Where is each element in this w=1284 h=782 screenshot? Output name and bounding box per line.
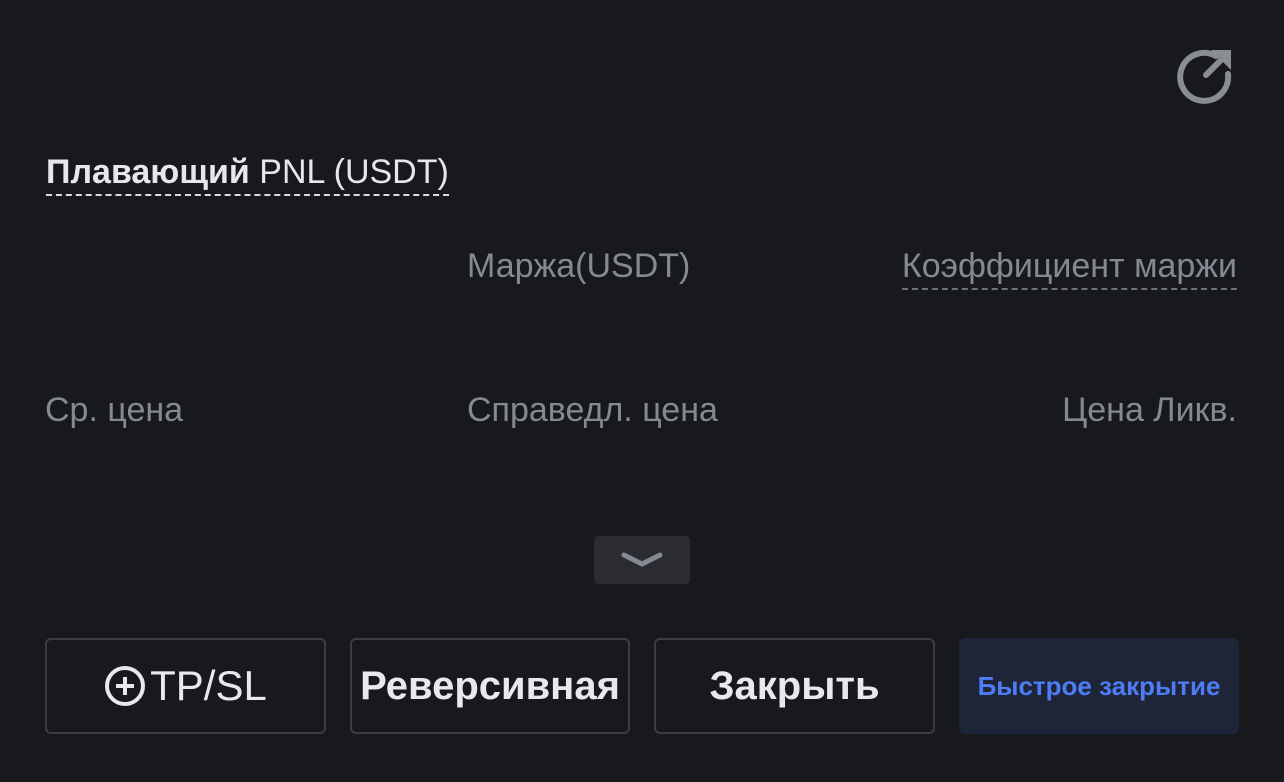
avg-price-label: Ср. цена [45,391,184,429]
reverse-button[interactable]: Реверсивная [350,638,630,734]
quick-close-button[interactable]: Быстрое закрытие [959,638,1239,734]
share-button[interactable] [1176,44,1236,104]
pnl-title-bold: Плавающий [46,153,250,191]
mark-price-label: Справедл. цена [467,391,718,429]
liq-price-label: Цена Ликв. [1062,391,1237,429]
quick-close-label: Быстрое закрытие [977,670,1221,701]
pnl-title-rest: PNL (USDT) [249,153,449,191]
close-button[interactable]: Закрыть [654,638,935,734]
plus-circle-icon [105,666,146,706]
margin-ratio-label[interactable]: Коэффициент маржи [901,244,1237,290]
close-label: Закрыть [709,663,880,708]
expand-button[interactable] [594,536,690,584]
floating-pnl-label[interactable]: Плавающий PNL (USDT) [46,150,449,196]
chevron-down-icon [621,552,663,567]
tpsl-label: TP/SL [150,662,267,709]
tpsl-button[interactable]: TP/SL [45,638,326,734]
share-icon [1177,49,1232,104]
reverse-label: Реверсивная [360,663,620,708]
margin-label: Маржа(USDT) [467,247,691,285]
position-card: Плавающий PNL (USDT) Маржа(USDT) Коэффиц… [0,0,1284,782]
